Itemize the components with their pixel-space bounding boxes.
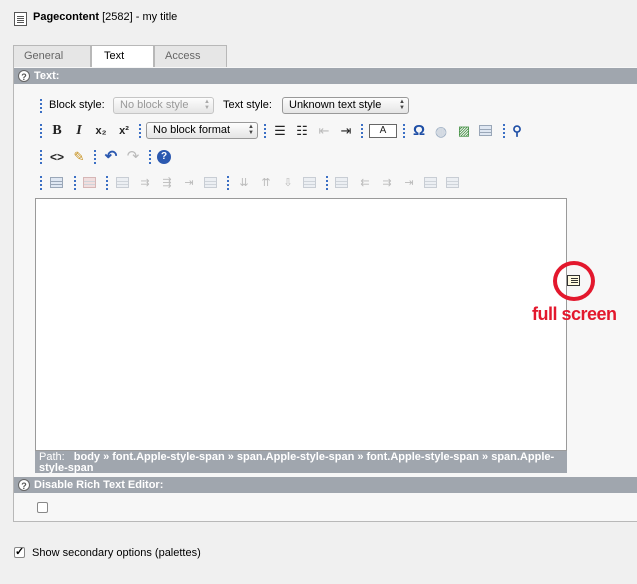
tab-text[interactable]: Text: [91, 45, 154, 69]
block-style-label: Block style:: [49, 99, 105, 111]
outdent-icon[interactable]: ⇤: [315, 122, 333, 140]
page-content-icon: [14, 12, 27, 26]
row-properties-icon[interactable]: [116, 177, 129, 188]
fullscreen-annotation-label: full screen: [532, 304, 617, 324]
split-rows-icon[interactable]: [204, 177, 217, 188]
text-color-button[interactable]: A: [369, 124, 397, 138]
text-section-title: Text:: [34, 70, 60, 82]
disable-rte-title: Disable Rich Text Editor:: [34, 479, 164, 491]
toolbar-separator: [40, 150, 42, 164]
insert-user-element-icon[interactable]: ◍: [432, 122, 450, 140]
merge-cells-icon[interactable]: [424, 177, 437, 188]
block-style-value: No block style: [120, 99, 189, 111]
block-format-value: No block format: [153, 124, 231, 136]
toolbar-separator: [40, 99, 42, 113]
delete-cell-icon[interactable]: ⇥: [400, 174, 418, 192]
column-after-icon[interactable]: ⇈: [257, 174, 275, 192]
toolbar-separator: [403, 124, 405, 138]
toolbar-separator: [139, 124, 141, 138]
help-icon[interactable]: ?: [18, 479, 30, 491]
block-style-select[interactable]: No block style ▲ ▼: [113, 97, 214, 114]
text-section-header: ? Text:: [14, 68, 637, 84]
record-title: Pagecontent [2582] - my title: [33, 11, 177, 23]
select-arrows-icon: ▲ ▼: [204, 99, 210, 111]
superscript-button[interactable]: x²: [115, 122, 133, 140]
toolbar-separator: [361, 124, 363, 138]
toolbar-separator: [503, 124, 505, 138]
disable-rte-section-header: ? Disable Rich Text Editor:: [14, 477, 637, 493]
italic-button[interactable]: I: [70, 122, 88, 140]
insert-table-icon[interactable]: [479, 125, 492, 136]
ordered-list-icon[interactable]: ☰: [271, 122, 289, 140]
bold-button[interactable]: B: [48, 122, 66, 140]
redo-icon[interactable]: ↷: [124, 148, 142, 166]
toolbar-separator: [149, 150, 151, 164]
tab-access[interactable]: Access: [154, 45, 227, 68]
split-columns-icon[interactable]: [303, 177, 316, 188]
toolbar-separator: [106, 176, 108, 190]
subscript-button[interactable]: x₂: [92, 122, 110, 140]
help-icon[interactable]: ?: [18, 70, 30, 82]
table-icon[interactable]: [50, 177, 63, 188]
toolbar-separator: [40, 124, 42, 138]
text-style-value: Unknown text style: [289, 99, 382, 111]
html-source-button[interactable]: <>: [48, 148, 66, 166]
indent-icon[interactable]: ⇥: [337, 122, 355, 140]
fullscreen-icon[interactable]: [567, 275, 580, 286]
secondary-options-label[interactable]: Show secondary options (palettes): [32, 547, 201, 559]
toolbar-separator: [40, 176, 42, 190]
secondary-options-checkbox[interactable]: [14, 545, 25, 558]
toolbar-separator: [326, 176, 328, 190]
cleanup-icon[interactable]: ✎: [70, 148, 88, 166]
delete-column-icon[interactable]: ⇩: [279, 174, 297, 192]
insert-image-icon[interactable]: ▨: [455, 122, 473, 140]
column-before-icon[interactable]: ⇊: [235, 174, 253, 192]
text-style-select[interactable]: Unknown text style ▲ ▼: [282, 97, 409, 114]
record-id: [2582]: [102, 11, 133, 23]
toolbar-separator: [227, 176, 229, 190]
insert-row-after-icon[interactable]: ⇶: [158, 174, 176, 192]
unordered-list-icon[interactable]: ☷: [293, 122, 311, 140]
table-properties-icon[interactable]: [83, 177, 96, 188]
insert-cell-before-icon[interactable]: ⇇: [356, 174, 374, 192]
path-items[interactable]: body » font.Apple-style-span » span.Appl…: [39, 451, 554, 474]
select-arrows-icon: ▲ ▼: [248, 124, 254, 136]
rich-text-editor-area[interactable]: [35, 198, 567, 451]
record-header: Pagecontent [2582] - my title: [0, 0, 637, 38]
toolbar-separator: [74, 176, 76, 190]
find-replace-icon[interactable]: ⚲: [508, 122, 526, 140]
record-name: - my title: [135, 11, 178, 23]
tab-panel: ? Text: Block style: No block style ▲ ▼ T…: [13, 67, 637, 522]
special-character-button[interactable]: Ω: [410, 122, 428, 140]
undo-icon[interactable]: ↶: [102, 148, 120, 166]
element-path-bar: Path: body » font.Apple-style-span » spa…: [35, 451, 567, 473]
text-style-label: Text style:: [223, 99, 272, 111]
help-icon[interactable]: ?: [157, 150, 171, 164]
insert-row-before-icon[interactable]: ⇉: [136, 174, 154, 192]
insert-cell-after-icon[interactable]: ⇉: [378, 174, 396, 192]
tab-general[interactable]: General: [13, 45, 91, 68]
cell-properties-icon[interactable]: [335, 177, 348, 188]
record-type: Pagecontent: [33, 11, 100, 23]
toolbar-separator: [94, 150, 96, 164]
split-cells-icon[interactable]: [446, 177, 459, 188]
block-format-select[interactable]: No block format ▲ ▼: [146, 122, 258, 139]
delete-row-icon[interactable]: ⇥: [180, 174, 198, 192]
disable-rte-checkbox[interactable]: [37, 502, 48, 513]
select-arrows-icon: ▲ ▼: [399, 99, 405, 111]
toolbar-separator: [264, 124, 266, 138]
